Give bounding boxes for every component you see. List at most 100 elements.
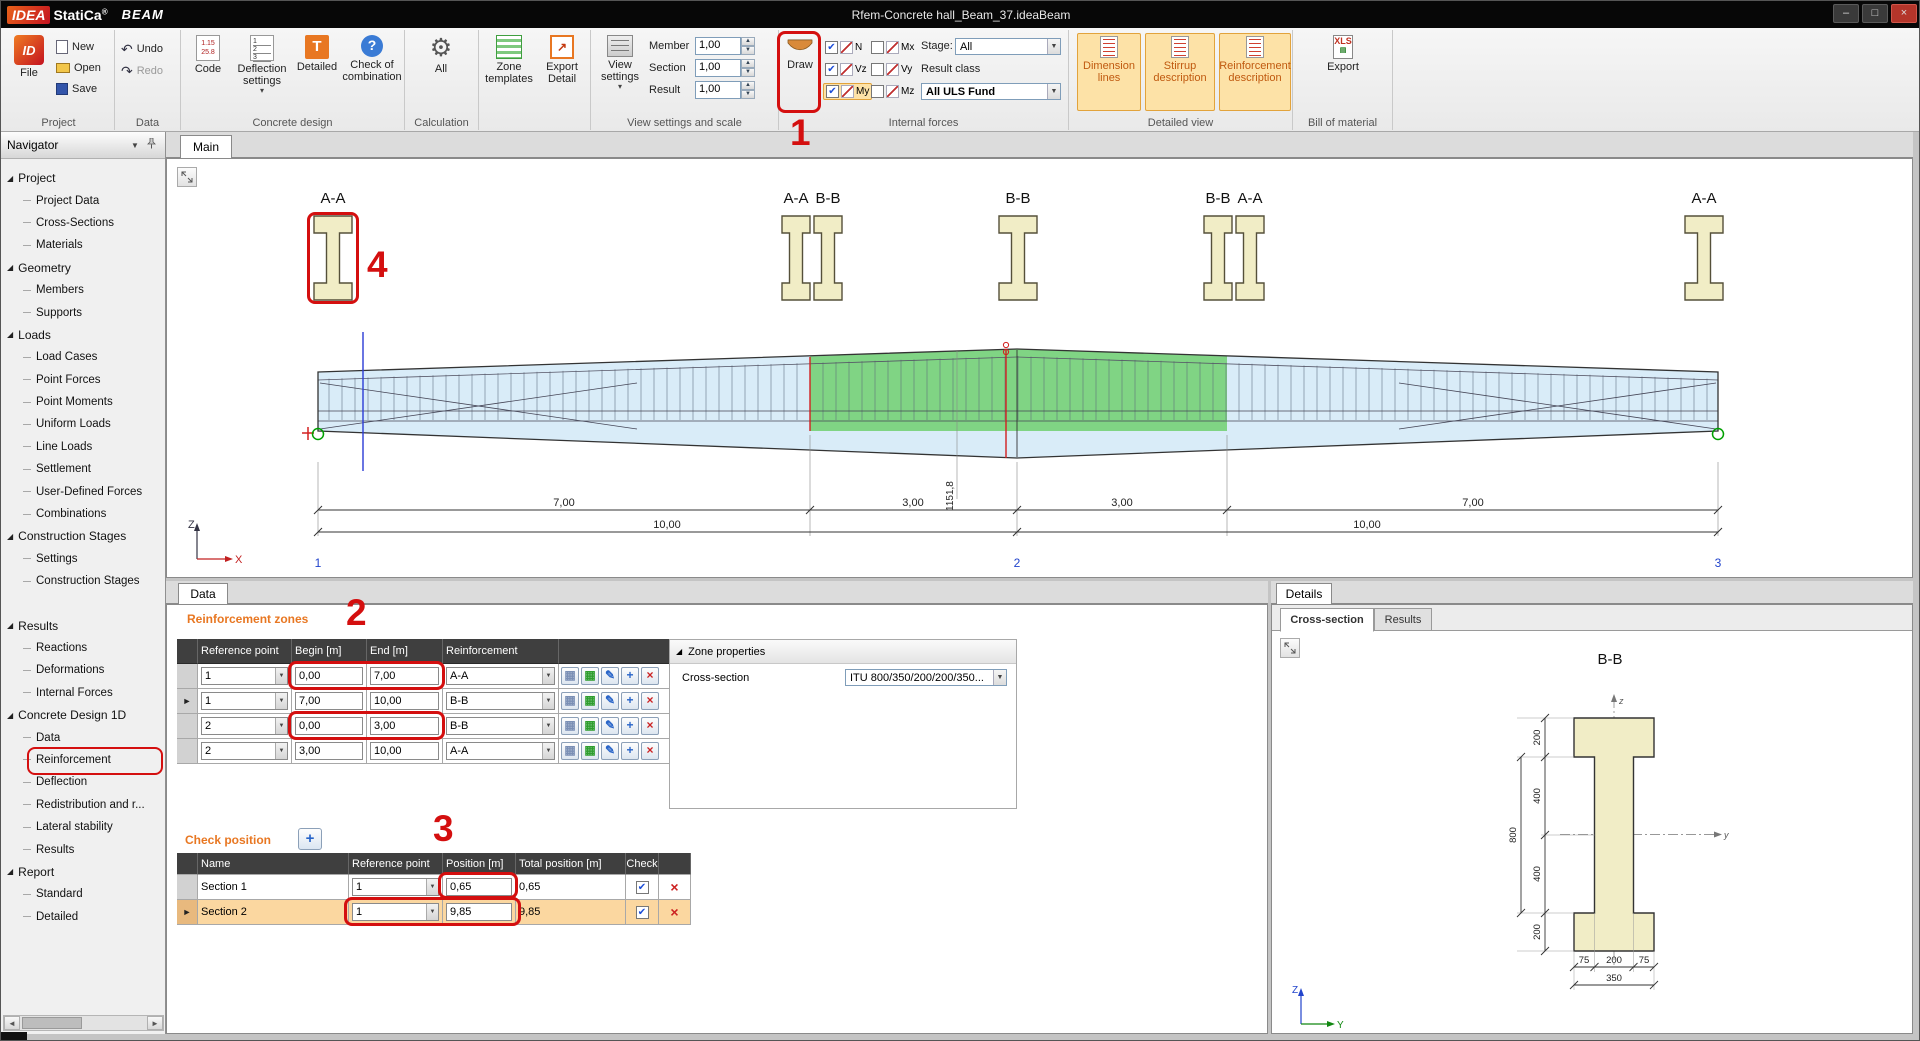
nav-section-results[interactable]: ◢Results xyxy=(1,614,165,636)
dimension-lines-toggle[interactable]: Dimension lines xyxy=(1077,33,1141,111)
reference-point-dropdown[interactable]: 2▼ xyxy=(201,742,288,760)
undo-button[interactable]: ↶Undo xyxy=(118,39,178,58)
begin-input[interactable]: 3,00 xyxy=(295,742,363,760)
checkbox-vy[interactable] xyxy=(871,63,884,76)
zone-delete-button[interactable]: × xyxy=(641,692,659,710)
deflection-settings-button[interactable]: 123 Deflection settings ▾ xyxy=(233,33,291,111)
zone-template-button[interactable]: ▦ xyxy=(581,717,599,735)
member-scale-spinner[interactable]: 1,00▲▼ xyxy=(695,37,755,55)
nav-section-concrete-design-1d[interactable]: ◢Concrete Design 1D xyxy=(1,704,165,726)
section-scale-spinner[interactable]: 1,00▲▼ xyxy=(695,59,755,77)
tab-main[interactable]: Main xyxy=(180,135,232,158)
spinner-up-icon[interactable]: ▲ xyxy=(741,81,755,90)
begin-input[interactable]: 7,00 xyxy=(295,692,363,710)
minimize-button[interactable]: – xyxy=(1833,4,1859,23)
zone-detail-button[interactable]: ▦ xyxy=(561,742,579,760)
stage-dropdown[interactable]: All▼ xyxy=(955,38,1061,55)
reference-point-dropdown[interactable]: 1▼ xyxy=(352,878,439,896)
end-input[interactable]: 3,00 xyxy=(370,717,439,735)
nav-item-lateral-stability[interactable]: Lateral stability xyxy=(1,816,165,838)
result-scale-spinner[interactable]: 1,00▲▼ xyxy=(695,81,755,99)
checkbox-vz[interactable]: ✔ xyxy=(825,63,838,76)
reinforcement-dropdown[interactable]: A-A▼ xyxy=(446,667,555,685)
pin-icon[interactable] xyxy=(143,137,159,153)
zone-add-button[interactable]: + xyxy=(621,667,639,685)
checkbox-n[interactable]: ✔ xyxy=(825,41,838,54)
checkbox-my[interactable]: ✔ xyxy=(826,85,839,98)
zone-delete-button[interactable]: × xyxy=(641,717,659,735)
nav-item-materials[interactable]: Materials xyxy=(1,234,165,256)
check-checkbox[interactable]: ✔ xyxy=(636,881,649,894)
view-settings-button[interactable]: View settings ▾ xyxy=(595,33,645,111)
cross-section-glyph[interactable] xyxy=(814,216,842,300)
nav-item-point-moments[interactable]: Point Moments xyxy=(1,391,165,413)
nav-section-project[interactable]: ◢Project xyxy=(1,167,165,189)
nav-item-settings[interactable]: Settings xyxy=(1,548,165,570)
force-toggle-mz[interactable]: Mz xyxy=(869,83,916,100)
row-selector[interactable] xyxy=(177,714,198,739)
zone-edit-button[interactable]: ✎ xyxy=(601,742,619,760)
detailed-button[interactable]: T Detailed xyxy=(293,33,341,111)
nav-item-user-defined-forces[interactable]: User-Defined Forces xyxy=(1,480,165,502)
export-bill-button[interactable]: XLS▤ Export xyxy=(1319,33,1367,109)
nav-section-loads[interactable]: ◢Loads xyxy=(1,324,165,346)
tab-details[interactable]: Details xyxy=(1276,583,1332,604)
checkbox-mz[interactable] xyxy=(871,85,884,98)
nav-section-report[interactable]: ◢Report xyxy=(1,861,165,883)
reinforcement-description-toggle[interactable]: Reinforcement description xyxy=(1219,33,1291,111)
tab-data[interactable]: Data xyxy=(178,583,228,604)
row-selector[interactable]: ► xyxy=(177,689,198,714)
begin-input[interactable]: 0,00 xyxy=(295,717,363,735)
redo-button[interactable]: ↷Redo xyxy=(118,61,178,80)
zone-edit-button[interactable]: ✎ xyxy=(601,692,619,710)
nav-item-internal-forces[interactable]: Internal Forces xyxy=(1,682,165,704)
nav-item-uniform-loads[interactable]: Uniform Loads xyxy=(1,413,165,435)
force-toggle-mx[interactable]: Mx xyxy=(869,39,916,56)
cross-section-glyph[interactable] xyxy=(1685,216,1723,300)
zone-delete-button[interactable]: × xyxy=(641,742,659,760)
spinner-down-icon[interactable]: ▼ xyxy=(741,90,755,99)
zone-edit-button[interactable]: ✎ xyxy=(601,667,619,685)
cross-section-glyph[interactable] xyxy=(314,216,352,300)
delete-check-button[interactable]: × xyxy=(670,879,678,895)
zone-template-button[interactable]: ▦ xyxy=(581,692,599,710)
nav-item-line-loads[interactable]: Line Loads xyxy=(1,436,165,458)
nav-item-construction-stages[interactable]: Construction Stages xyxy=(1,570,165,592)
nav-section-geometry[interactable]: ◢Geometry xyxy=(1,257,165,279)
force-toggle-my[interactable]: ✔My xyxy=(823,83,872,100)
end-input[interactable]: 10,00 xyxy=(370,742,439,760)
cross-section-glyph[interactable] xyxy=(1204,216,1232,300)
export-detail-button[interactable]: ↗ Export Detail xyxy=(537,33,587,111)
spinner-down-icon[interactable]: ▼ xyxy=(741,68,755,77)
nav-item-standard[interactable]: Standard xyxy=(1,883,165,905)
nav-section-construction-stages[interactable]: ◢Construction Stages xyxy=(1,525,165,547)
nav-item-detailed[interactable]: Detailed xyxy=(1,906,165,928)
zone-edit-button[interactable]: ✎ xyxy=(601,717,619,735)
nav-item-deformations[interactable]: Deformations xyxy=(1,659,165,681)
zone-delete-button[interactable]: × xyxy=(641,667,659,685)
nav-item-load-cases[interactable]: Load Cases xyxy=(1,346,165,368)
tab-cross-section[interactable]: Cross-section xyxy=(1280,608,1374,632)
cross-section-glyph[interactable] xyxy=(782,216,810,300)
force-toggle-n[interactable]: ✔N xyxy=(823,39,864,56)
nav-item-reinforcement[interactable]: Reinforcement xyxy=(1,749,165,771)
row-selector[interactable] xyxy=(177,739,198,764)
add-check-position-button[interactable]: + xyxy=(298,828,322,850)
reference-point-dropdown[interactable]: 2▼ xyxy=(201,717,288,735)
beam-drawing[interactable]: A-AA-AB-BB-BB-BA-AA-A xyxy=(167,159,1912,577)
position-input[interactable]: 0,65 xyxy=(446,878,512,896)
stirrup-description-toggle[interactable]: Stirrup description xyxy=(1145,33,1215,111)
cross-section-drawing[interactable]: B-B z y xyxy=(1273,632,1913,1035)
result-class-dropdown[interactable]: All ULS Fund▼ xyxy=(921,83,1061,100)
scroll-left-icon[interactable]: ◄ xyxy=(4,1016,20,1030)
checkbox-mx[interactable] xyxy=(871,41,884,54)
maximize-button[interactable]: □ xyxy=(1862,4,1888,23)
navigator-dropdown-icon[interactable]: ▼ xyxy=(127,137,143,153)
spinner-up-icon[interactable]: ▲ xyxy=(741,37,755,46)
calculate-all-button[interactable]: ⚙ All xyxy=(419,33,463,109)
reference-point-dropdown[interactable]: 1▼ xyxy=(201,692,288,710)
nav-item-reactions[interactable]: Reactions xyxy=(1,637,165,659)
navigator-horizontal-scrollbar[interactable]: ◄ ► xyxy=(3,1015,164,1031)
new-button[interactable]: New xyxy=(53,37,111,56)
nav-item-project-data[interactable]: Project Data xyxy=(1,189,165,211)
